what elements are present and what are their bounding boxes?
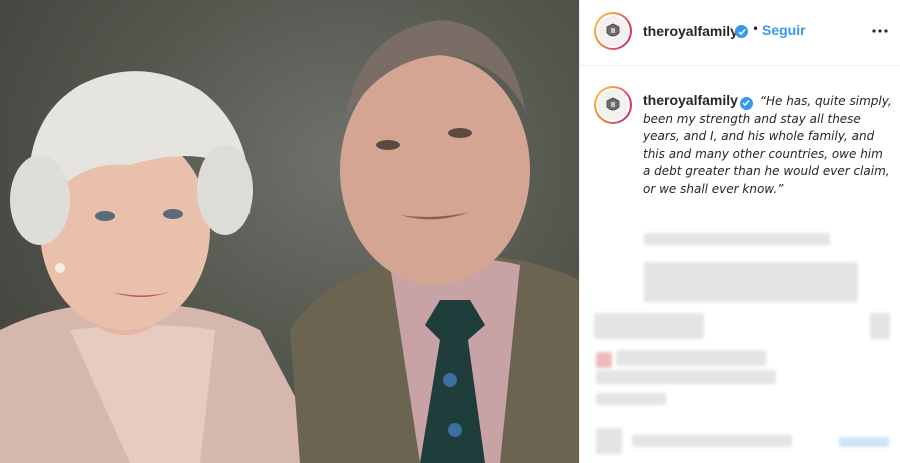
account-username[interactable]: theroyalfamily: [643, 23, 738, 39]
blurred-likes-count: [616, 350, 766, 366]
blurred-comment-input[interactable]: [632, 435, 792, 447]
account-avatar[interactable]: [594, 12, 632, 50]
blurred-comment-icon: [596, 428, 622, 454]
verified-badge-icon: [739, 96, 753, 110]
portrait-photo: [0, 20, 579, 463]
more-options-icon[interactable]: [868, 19, 892, 43]
post-caption: theroyalfamily “He has, quite simply, be…: [643, 92, 893, 199]
caption-text: “He has, quite simply, been my strength …: [643, 94, 892, 196]
post-side-panel: theroyalfamily • Seguir theroyalfamily “…: [579, 0, 900, 463]
post-header: theroyalfamily • Seguir: [580, 0, 900, 66]
royal-crest-icon: [606, 97, 620, 111]
blurred-timestamp: [644, 233, 830, 245]
blurred-comment-block: [644, 262, 858, 302]
caption-username[interactable]: theroyalfamily: [643, 92, 738, 108]
follow-button[interactable]: Seguir: [762, 22, 806, 38]
blurred-bookmark-icon: [870, 313, 890, 339]
royal-crest-icon: [606, 23, 620, 37]
blurred-action-icons: [594, 313, 704, 339]
verified-badge-icon: [735, 25, 748, 38]
separator-dot: •: [752, 22, 760, 36]
blurred-likes-avatar: [596, 352, 612, 368]
blurred-post-date: [596, 393, 666, 405]
blurred-publish-button[interactable]: [839, 437, 889, 447]
blurred-likes-text: [596, 370, 776, 384]
post-photo[interactable]: [0, 0, 579, 463]
caption-avatar[interactable]: [594, 86, 632, 124]
